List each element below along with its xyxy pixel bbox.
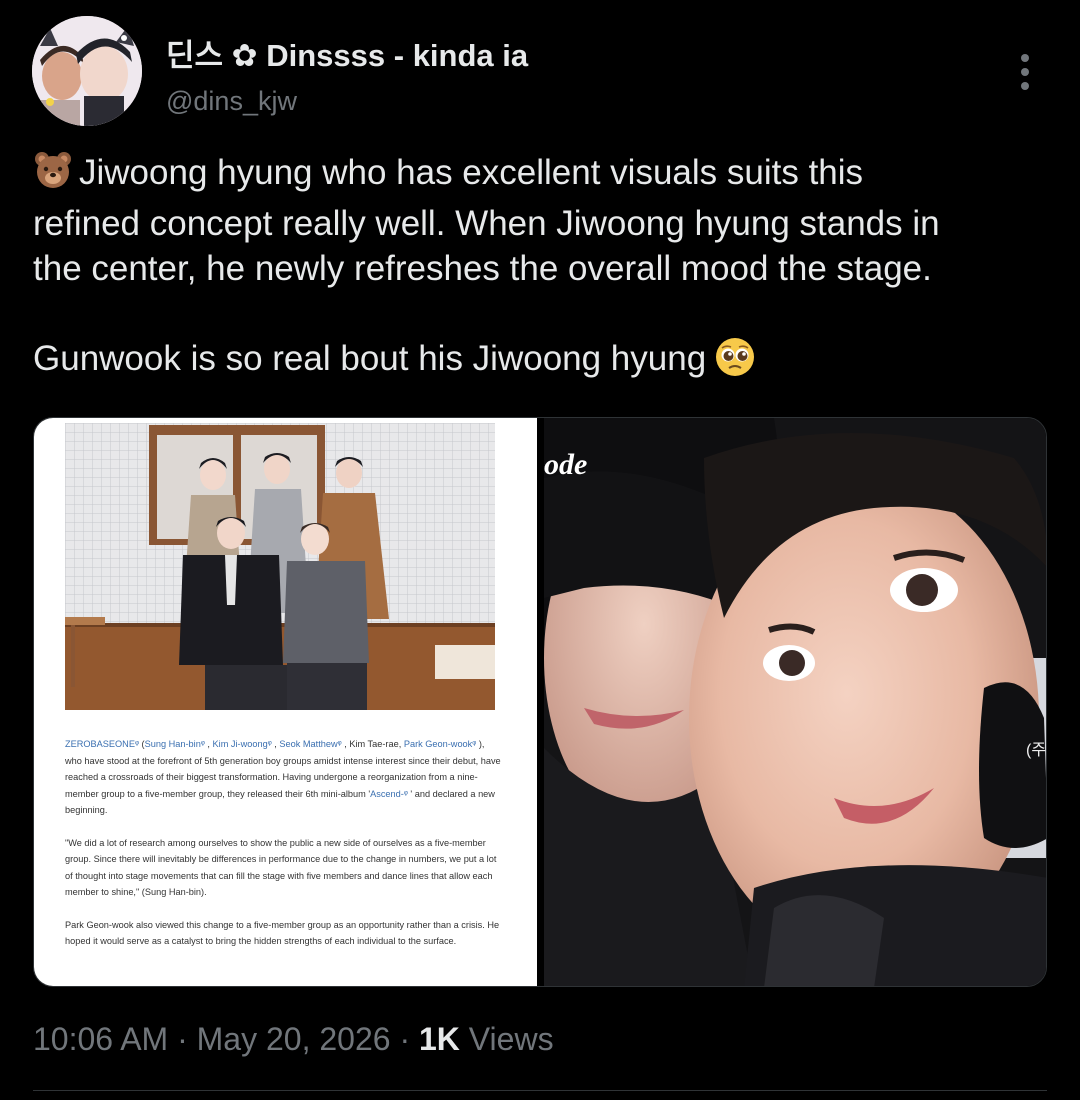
more-dot [1021, 54, 1029, 62]
search-icon: ᵠ [337, 739, 342, 749]
more-options-icon[interactable] [1018, 54, 1032, 90]
views-label: Views [468, 1021, 554, 1057]
photo-watermark: ode [544, 448, 588, 481]
display-name[interactable]: 딘스 ✿ Dinssss - kinda ia [166, 30, 528, 75]
article-link[interactable]: Ascend- [370, 789, 404, 799]
tweet-line: the center, he newly refreshes the overa… [33, 249, 932, 288]
separator-dot: · [177, 1021, 197, 1057]
search-icon: ᵠ [200, 739, 205, 749]
selfie-photo [544, 418, 1046, 986]
media-image-photo[interactable]: ode (주 [544, 418, 1047, 986]
article-paragraph: Park Geon-wook also viewed this change t… [65, 919, 500, 947]
separator-dot: · [399, 1021, 419, 1057]
tweet-time[interactable]: 10:06 AM [33, 1021, 168, 1057]
more-dot [1021, 68, 1029, 76]
tweet-line: Gunwook is so real bout his Jiwoong hyun… [33, 336, 1043, 389]
media-image-article[interactable]: ZEROBASEONEᵠ (Sung Han-binᵠ , Kim Ji-woo… [34, 418, 537, 986]
user-handle[interactable]: @dins_kjw [166, 86, 297, 117]
article-photo [65, 423, 495, 710]
search-icon: ᵠ [267, 739, 272, 749]
pleading-face-emoji [714, 336, 756, 389]
more-dot [1021, 82, 1029, 90]
views-count: 1K [418, 1021, 460, 1057]
photo-corner-mark: (주 [1026, 742, 1047, 759]
search-icon: ᵠ [403, 788, 408, 799]
article-link[interactable]: Kim Ji-woong [213, 739, 268, 749]
article-link[interactable]: Sung Han-bin [145, 739, 201, 749]
avatar-image [32, 16, 142, 126]
tweet-line: Jiwoong hyung who has excellent visuals … [33, 150, 1043, 201]
divider [33, 1090, 1047, 1091]
tweet-date[interactable]: May 20, 2026 [197, 1021, 391, 1057]
tweet-line: refined concept really well. When Jiwoon… [33, 204, 940, 243]
article-paragraph: ZEROBASEONEᵠ (Sung Han-binᵠ , Kim Ji-woo… [65, 739, 501, 815]
tweet-metadata: 10:06 AM · May 20, 2026 · 1K Views [33, 1021, 554, 1058]
search-icon: ᵠ [134, 739, 139, 749]
article-link[interactable]: Park Geon-wook [404, 739, 472, 749]
search-icon: ᵠ [472, 739, 477, 749]
article-link[interactable]: Seok Matthew [279, 739, 337, 749]
article-link[interactable]: ZEROBASEONE [65, 739, 135, 749]
media-grid[interactable]: ZEROBASEONEᵠ (Sung Han-binᵠ , Kim Ji-woo… [33, 417, 1047, 987]
bear-face-emoji [33, 150, 73, 201]
tweet-text: Jiwoong hyung who has excellent visuals … [33, 150, 1043, 389]
article-text: ZEROBASEONEᵠ (Sung Han-binᵠ , Kim Ji-woo… [65, 736, 501, 966]
article-paragraph: "We did a lot of research among ourselve… [65, 837, 497, 898]
avatar[interactable] [32, 16, 142, 126]
